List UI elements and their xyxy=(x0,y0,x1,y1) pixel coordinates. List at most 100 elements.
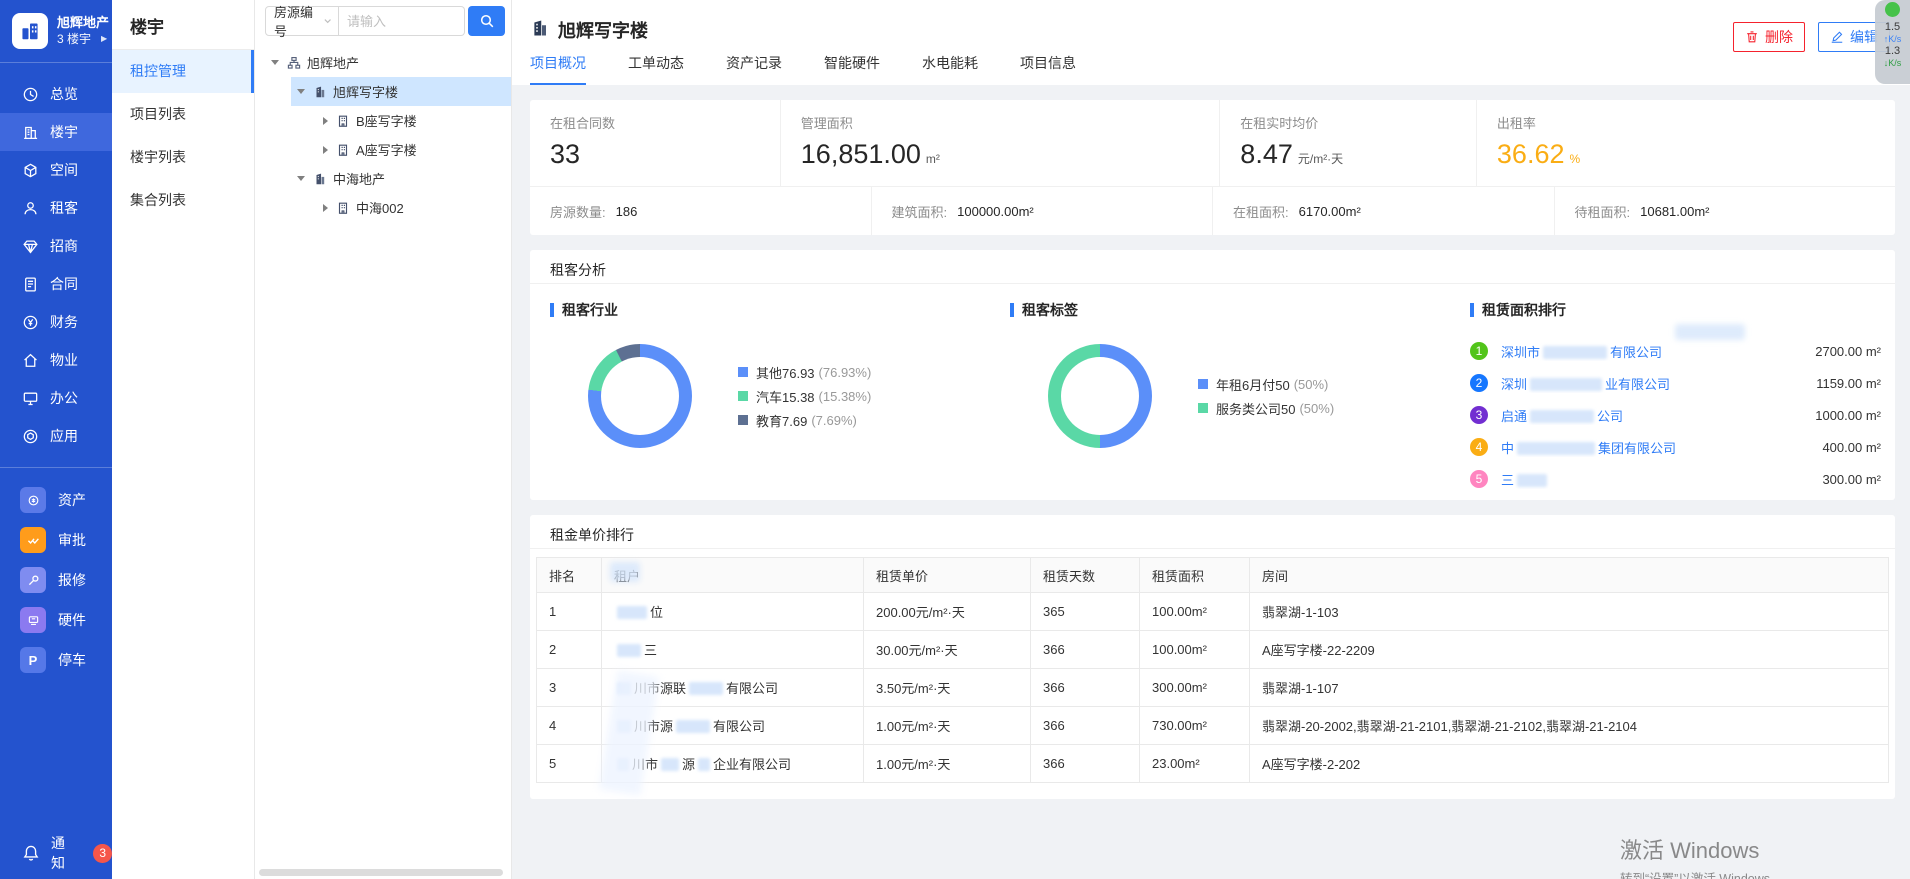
tree-node-xuhui-estate[interactable]: 旭辉地产 xyxy=(255,48,511,77)
company-link[interactable]: 启通公司 xyxy=(1501,406,1815,425)
building-icon xyxy=(22,124,39,141)
building-menu-panel: 楼宇 租控管理 项目列表 楼宇列表 集合列表 xyxy=(112,0,255,879)
trash-icon xyxy=(1745,30,1759,44)
tree-node-zhonghai-002[interactable]: 中海002 xyxy=(255,193,511,222)
primary-sidebar: 旭辉地产 3 楼宇▶ 总览 楼宇 空间 租客 xyxy=(0,0,112,879)
tags-legend: 年租6月付50(50%) 服务类公司50(50%) xyxy=(1198,372,1334,420)
sidebar-app-repair[interactable]: 报修 xyxy=(0,560,112,600)
table-row: 4 川市源有限公司 1.00元/m²·天 366 730.00m² 翡翠湖-20… xyxy=(537,707,1889,745)
caret-down-icon[interactable] xyxy=(297,176,305,181)
tree-node-zhonghai-estate[interactable]: 中海地产 xyxy=(255,164,511,193)
col-header-tenant: 租户 xyxy=(602,558,864,593)
legend-swatch xyxy=(738,415,748,425)
rank-badge: 1 xyxy=(1470,342,1488,360)
tab-bar: 项目概况 工单动态 资产记录 智能硬件 水电能耗 项目信息 xyxy=(530,53,1076,85)
sidebar-item-property[interactable]: 物业 xyxy=(0,341,112,379)
section-title: 租金单价排行 xyxy=(530,515,1895,549)
org-switcher[interactable]: 旭辉地产 3 楼宇▶ xyxy=(0,0,112,62)
col-header-rooms: 房间 xyxy=(1250,558,1889,593)
document-icon xyxy=(22,276,39,293)
col-header-area: 租赁面积 xyxy=(1140,558,1250,593)
building-icon xyxy=(336,114,350,128)
tree-node-tower-b[interactable]: B座写字楼 xyxy=(255,106,511,135)
notifications[interactable]: 通知 3 xyxy=(0,827,112,879)
tags-donut-chart xyxy=(1048,344,1152,448)
tenant-industry-panel: 租客行业 其他76.93(76.93%) 汽车15.38(15.38%) 教育7… xyxy=(530,284,990,500)
sidebar-item-overview[interactable]: 总览 xyxy=(0,75,112,113)
delete-button[interactable]: 删除 xyxy=(1733,22,1805,52)
tree-node-xuhui-office[interactable]: 旭辉写字楼 xyxy=(255,77,511,106)
menu-item-building-list[interactable]: 楼宇列表 xyxy=(112,136,254,179)
org-icon xyxy=(287,56,301,70)
area-rank-row: 3 启通公司 1000.00 m² xyxy=(1470,399,1881,431)
org-logo xyxy=(12,13,48,49)
stat-occupancy-rate: 出租率 36.62% xyxy=(1476,100,1895,186)
sidebar-item-office[interactable]: 办公 xyxy=(0,379,112,417)
search-button[interactable] xyxy=(468,6,505,36)
menu-item-rent-control[interactable]: 租控管理 xyxy=(112,50,254,93)
sidebar-item-contracts[interactable]: 合同 xyxy=(0,265,112,303)
col-header-rank: 排名 xyxy=(537,558,602,593)
menu-item-project-list[interactable]: 项目列表 xyxy=(112,93,254,136)
company-link[interactable]: 中集团有限公司 xyxy=(1501,438,1822,457)
project-building-icon xyxy=(313,172,327,186)
table-row: 1 位 200.00元/m²·天 365 100.00m² 翡翠湖-1-103 xyxy=(537,593,1889,631)
home-icon xyxy=(22,352,39,369)
sidebar-app-hardware[interactable]: 硬件 xyxy=(0,600,112,640)
company-logo-icon xyxy=(19,20,41,42)
tab-workorders[interactable]: 工单动态 xyxy=(628,53,684,85)
asset-coin-icon xyxy=(20,487,46,513)
parking-icon: P xyxy=(20,647,46,673)
tree-node-tower-a[interactable]: A座写字楼 xyxy=(255,135,511,164)
tenant-link[interactable]: 位 xyxy=(602,593,864,631)
col-header-days: 租赁天数 xyxy=(1031,558,1140,593)
edit-icon xyxy=(1830,30,1844,44)
stat-avg-price: 在租实时均价 8.47元/m²·天 xyxy=(1219,100,1476,186)
company-link[interactable]: 深圳业有限公司 xyxy=(1501,374,1816,393)
search-input[interactable] xyxy=(339,6,465,36)
horizontal-scrollbar[interactable] xyxy=(259,869,503,876)
caret-right-icon[interactable] xyxy=(323,117,328,125)
company-link[interactable]: 深圳市有限公司 xyxy=(1501,342,1815,361)
rank-badge: 4 xyxy=(1470,438,1488,456)
windows-activation-watermark: 激活 Windows 转到“设置”以激活 Windows。 xyxy=(1620,833,1783,879)
substat-room-count: 房源数量:186 xyxy=(530,187,871,235)
substat-vacant-area: 待租面积:10681.00m² xyxy=(1554,187,1896,235)
sidebar-item-space[interactable]: 空间 xyxy=(0,151,112,189)
expand-caret-icon[interactable]: ▶ xyxy=(101,34,107,44)
project-building-icon xyxy=(313,85,327,99)
building-icon xyxy=(336,201,350,215)
sidebar-item-buildings[interactable]: 楼宇 xyxy=(0,113,112,151)
app-cube-icon xyxy=(22,428,39,445)
redaction-blur xyxy=(1675,324,1745,340)
caret-right-icon[interactable] xyxy=(323,146,328,154)
main-content: 旭辉写字楼 删除 编辑 项目概况 工单动态 资产记录 智能硬件 水电能耗 项目信… xyxy=(512,0,1910,879)
tab-project-overview[interactable]: 项目概况 xyxy=(530,53,586,85)
notification-badge: 3 xyxy=(93,844,112,863)
accent-bar xyxy=(1010,303,1014,317)
company-link[interactable]: 三 xyxy=(1501,470,1822,489)
approval-check-icon xyxy=(20,527,46,553)
caret-down-icon[interactable] xyxy=(271,60,279,65)
page-header: 旭辉写字楼 删除 编辑 项目概况 工单动态 资产记录 智能硬件 水电能耗 项目信… xyxy=(512,0,1910,85)
sidebar-app-approval[interactable]: 审批 xyxy=(0,520,112,560)
tenant-link[interactable]: 三 xyxy=(602,631,864,669)
hardware-device-icon xyxy=(20,607,46,633)
sidebar-item-apps[interactable]: 应用 xyxy=(0,417,112,455)
tab-smart-hardware[interactable]: 智能硬件 xyxy=(824,53,880,85)
tab-utilities[interactable]: 水电能耗 xyxy=(922,53,978,85)
sidebar-app-assets[interactable]: 资产 xyxy=(0,480,112,520)
sidebar-item-finance[interactable]: 财务 xyxy=(0,303,112,341)
sidebar-item-tenants[interactable]: 租客 xyxy=(0,189,112,227)
caret-right-icon[interactable] xyxy=(323,204,328,212)
panel-title: 楼宇 xyxy=(112,0,254,50)
caret-down-icon[interactable] xyxy=(297,89,305,94)
tab-asset-records[interactable]: 资产记录 xyxy=(726,53,782,85)
tab-project-info[interactable]: 项目信息 xyxy=(1020,53,1076,85)
sidebar-app-parking[interactable]: P 停车 xyxy=(0,640,112,680)
sidebar-item-leasing[interactable]: 招商 xyxy=(0,227,112,265)
industry-donut-chart xyxy=(588,344,692,448)
menu-item-collection-list[interactable]: 集合列表 xyxy=(112,179,254,222)
search-type-select[interactable]: 房源编号 xyxy=(265,6,339,36)
project-tree: 旭辉地产 旭辉写字楼 B座写字楼 A座写 xyxy=(255,48,511,222)
